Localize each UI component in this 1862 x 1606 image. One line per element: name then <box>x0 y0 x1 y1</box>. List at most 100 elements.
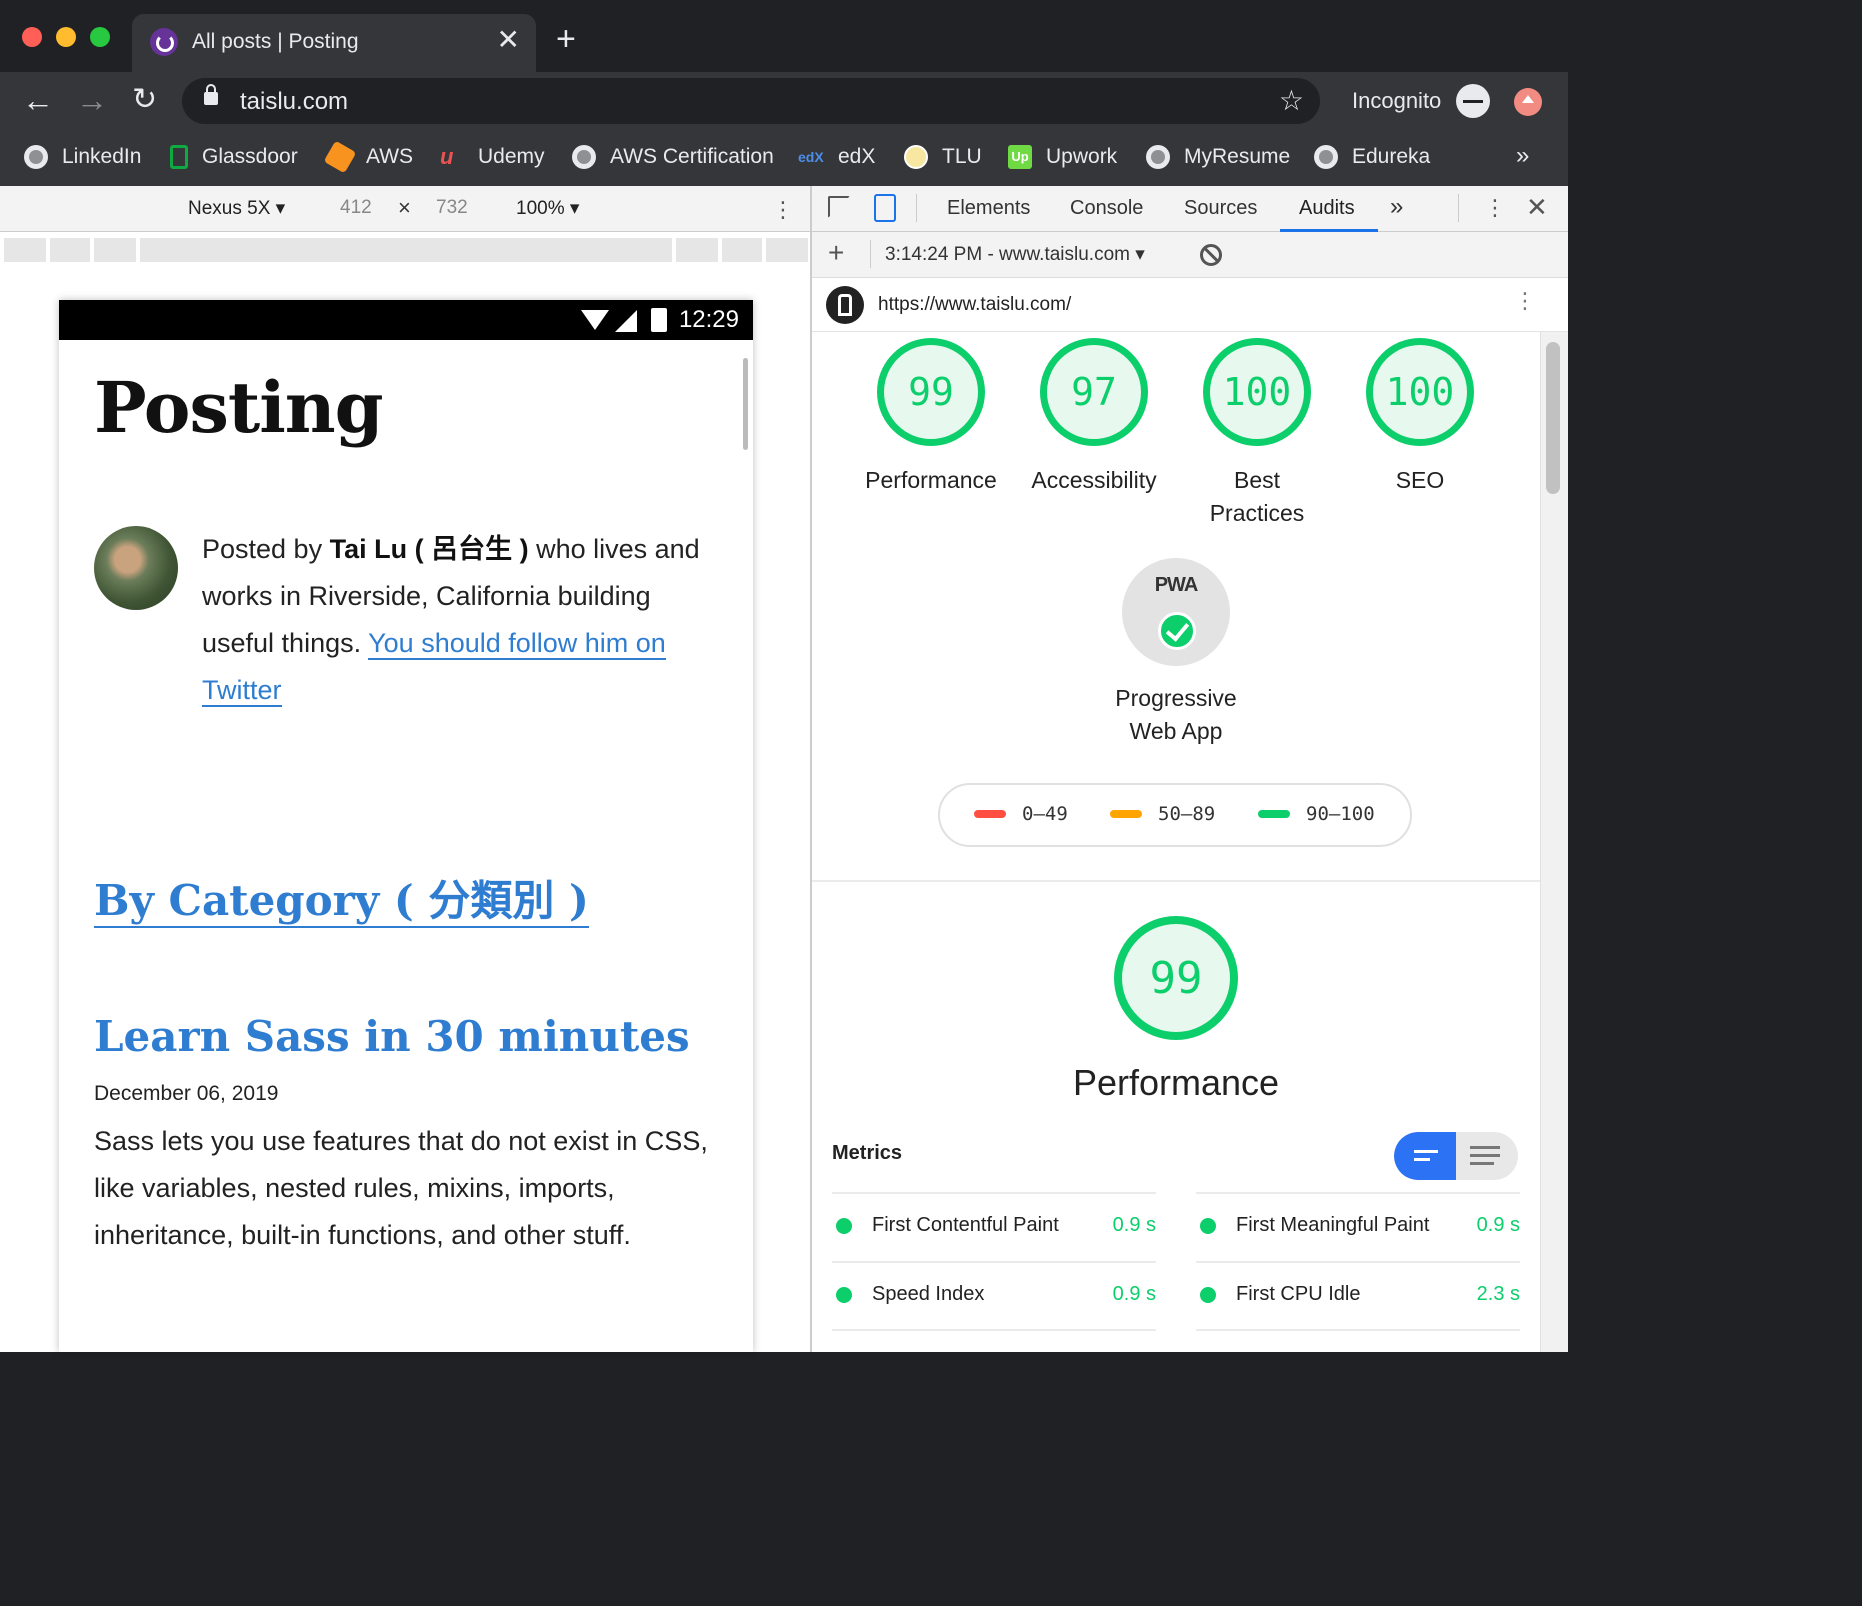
metric-name: Speed Index <box>872 1283 985 1305</box>
bookmark-edureka[interactable]: Edureka <box>1314 142 1430 172</box>
globe-icon <box>24 145 48 169</box>
bookmark-label: TLU <box>942 145 982 168</box>
bookmark-glassdoor[interactable]: Glassdoor <box>170 142 298 172</box>
pwa-label[interactable]: Progressive Web App <box>1091 682 1261 748</box>
devtools-menu-icon[interactable]: ⋮ <box>1484 195 1506 221</box>
browser-tab[interactable]: All posts | Posting ✕ <box>132 14 536 72</box>
fail-swatch <box>974 810 1006 818</box>
bookmark-label: AWS Certification <box>610 145 774 168</box>
ruler-segment[interactable] <box>4 238 46 262</box>
ruler-segment[interactable] <box>676 238 718 262</box>
close-window-button[interactable] <box>22 27 42 47</box>
legend-label: 90–100 <box>1306 803 1375 825</box>
category-link[interactable]: By Category ( 分類別 ) <box>94 876 589 928</box>
ruler-segment[interactable] <box>722 238 762 262</box>
bookmark-aws-certification[interactable]: AWS Certification <box>572 142 774 172</box>
seo-gauge-label[interactable]: SEO <box>1335 464 1505 497</box>
report-menu-icon[interactable]: ⋮ <box>1514 288 1536 314</box>
new-audit-icon[interactable]: + <box>828 237 844 269</box>
reload-icon[interactable]: ↻ <box>132 80 157 120</box>
tab-close-icon[interactable]: ✕ <box>497 26 520 54</box>
score-scale-legend: 0–49 50–89 90–100 <box>938 783 1412 847</box>
device-height-input[interactable]: 732 <box>436 197 468 219</box>
bookmark-tlu[interactable]: TLU <box>904 142 982 172</box>
bookmarks-overflow-icon[interactable]: » <box>1516 142 1529 170</box>
report-scrollbar-thumb[interactable] <box>1546 342 1560 494</box>
compact-view-button[interactable] <box>1394 1132 1456 1180</box>
expanded-view-icon[interactable] <box>1470 1146 1500 1149</box>
pass-dot-icon <box>836 1218 852 1234</box>
lock-icon <box>204 84 218 105</box>
metrics-view-toggle[interactable] <box>1394 1132 1518 1180</box>
minimize-window-button[interactable] <box>56 27 76 47</box>
metric-value: 0.9 s <box>1112 1283 1156 1305</box>
tab-sources[interactable]: Sources <box>1184 197 1257 220</box>
maximize-window-button[interactable] <box>90 27 110 47</box>
post-title-link[interactable]: Learn Sass in 30 minutes <box>94 1012 690 1062</box>
accessibility-gauge[interactable]: 97 <box>1040 338 1148 446</box>
aws-cube-icon <box>323 140 357 174</box>
performance-gauge[interactable]: 99 <box>877 338 985 446</box>
avatar <box>94 526 178 610</box>
back-arrow-icon[interactable]: ← <box>22 80 54 120</box>
best-practices-gauge-label[interactable]: Best Practices <box>1172 464 1342 530</box>
battery-icon <box>651 308 667 332</box>
bookmark-linkedin[interactable]: LinkedIn <box>24 142 141 172</box>
new-tab-button[interactable]: + <box>556 22 576 56</box>
bookmark-label: Udemy <box>478 145 545 168</box>
post-date: December 06, 2019 <box>94 1082 279 1105</box>
inspect-element-icon[interactable] <box>828 196 850 218</box>
device-select[interactable]: Nexus 5X ▾ <box>188 197 285 220</box>
device-width-input[interactable]: 412 <box>340 197 372 219</box>
expanded-view-icon[interactable] <box>1470 1154 1500 1157</box>
toolbar-separator <box>870 240 871 268</box>
seo-gauge[interactable]: 100 <box>1366 338 1474 446</box>
globe-icon <box>572 145 596 169</box>
incognito-icon[interactable] <box>1456 84 1490 118</box>
page-scrollbar[interactable] <box>743 358 748 450</box>
ruler-segment[interactable] <box>140 238 672 262</box>
devtools-tab-bar: Elements Console Sources Audits » ⋮ ✕ <box>812 186 1568 232</box>
globe-icon <box>1314 145 1338 169</box>
address-bar[interactable]: taislu.com ☆ <box>182 78 1320 124</box>
more-tabs-icon[interactable]: » <box>1390 193 1403 221</box>
zoom-select[interactable]: 100% ▾ <box>516 197 579 220</box>
close-devtools-icon[interactable]: ✕ <box>1526 192 1548 223</box>
tab-audits[interactable]: Audits <box>1299 197 1355 220</box>
address-url[interactable]: taislu.com <box>240 88 348 116</box>
bookmark-edx[interactable]: edX edX <box>798 142 875 172</box>
post-excerpt: Sass lets you use features that do not e… <box>94 1126 708 1250</box>
clear-audits-icon[interactable] <box>1200 244 1222 266</box>
bookmark-label: AWS <box>366 145 414 168</box>
compact-view-icon <box>1414 1150 1438 1153</box>
update-icon[interactable] <box>1514 88 1542 116</box>
pass-dot-icon <box>836 1287 852 1303</box>
performance-gauge-label[interactable]: Performance <box>846 464 1016 497</box>
audit-session: 3:14:24 PM - www.taislu.com <box>885 244 1130 265</box>
bookmark-aws[interactable]: AWS <box>323 140 414 174</box>
device-menu-icon[interactable]: ⋮ <box>772 197 794 223</box>
best-practices-gauge[interactable]: 100 <box>1203 338 1311 446</box>
ruler-segment[interactable] <box>94 238 136 262</box>
gauge-label-line: Progressive <box>1115 685 1237 711</box>
tab-console[interactable]: Console <box>1070 197 1143 220</box>
tab-elements[interactable]: Elements <box>947 197 1030 220</box>
audit-session-select[interactable]: 3:14:24 PM - www.taislu.com ▾ <box>885 243 1145 266</box>
metric-row-divider <box>1196 1329 1520 1339</box>
bookmark-star-icon[interactable]: ☆ <box>1279 84 1304 117</box>
forward-arrow-icon[interactable]: → <box>76 80 108 120</box>
audits-toolbar: + 3:14:24 PM - www.taislu.com ▾ <box>812 232 1568 278</box>
bookmark-upwork[interactable]: Up Upwork <box>1008 142 1117 172</box>
bookmark-label: MyResume <box>1184 145 1291 168</box>
pwa-badge[interactable]: PWA <box>1122 558 1230 666</box>
bookmark-udemy[interactable]: u Udemy <box>440 142 545 172</box>
metric-speed-index: Speed Index 0.9 s <box>832 1261 1156 1329</box>
incognito-label[interactable]: Incognito <box>1352 88 1441 114</box>
bookmark-myresume[interactable]: MyResume <box>1146 142 1290 172</box>
ruler-segment[interactable] <box>766 238 808 262</box>
metric-name: First Meaningful Paint <box>1236 1214 1430 1236</box>
expanded-view-icon[interactable] <box>1470 1162 1494 1165</box>
accessibility-gauge-label[interactable]: Accessibility <box>1009 464 1179 497</box>
ruler-segment[interactable] <box>50 238 90 262</box>
device-toggle-icon[interactable] <box>874 194 896 222</box>
